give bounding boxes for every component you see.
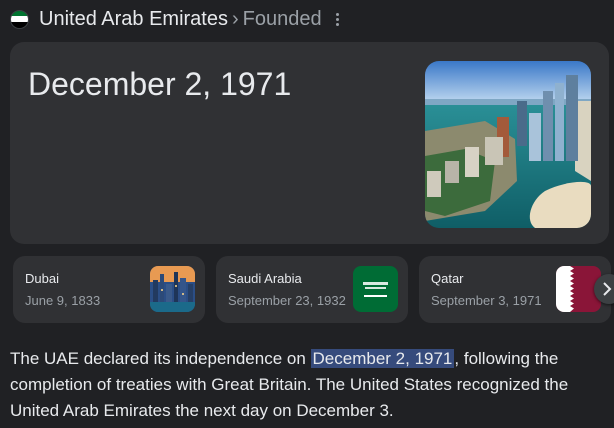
uae-flag-icon bbox=[10, 9, 29, 29]
related-card-name: Qatar bbox=[431, 271, 464, 286]
attribute-label: Founded bbox=[242, 7, 322, 30]
entity-link[interactable]: United Arab Emirates bbox=[39, 8, 228, 31]
more-vert-icon[interactable] bbox=[332, 11, 343, 28]
related-card-name: Dubai bbox=[25, 271, 59, 286]
related-card-date: June 9, 1833 bbox=[25, 293, 101, 308]
breadcrumb: United Arab Emirates › Founded bbox=[10, 6, 343, 32]
related-card-name: Saudi Arabia bbox=[228, 271, 302, 286]
answer-card: December 2, 1971 bbox=[10, 42, 609, 244]
saudi-arabia-flag bbox=[353, 266, 398, 312]
description-text: The UAE declared its independence on bbox=[10, 349, 311, 368]
related-card-date: September 23, 1932 bbox=[228, 293, 346, 308]
highlighted-date: December 2, 1971 bbox=[310, 349, 455, 368]
answer-date: December 2, 1971 bbox=[28, 66, 292, 102]
related-card-saudi-arabia[interactable]: Saudi Arabia September 23, 1932 bbox=[216, 256, 408, 323]
chevron-right-icon bbox=[603, 282, 612, 296]
abu-dhabi-skyline-photo[interactable] bbox=[425, 61, 591, 228]
related-card-dubai[interactable]: Dubai June 9, 1833 bbox=[13, 256, 205, 323]
dubai-skyline-photo bbox=[150, 266, 195, 312]
related-card-qatar[interactable]: Qatar September 3, 1971 bbox=[419, 256, 611, 323]
related-card-date: September 3, 1971 bbox=[431, 293, 542, 308]
skyline-illustration bbox=[425, 61, 591, 228]
answer-description: The UAE declared its independence on Dec… bbox=[10, 346, 610, 424]
breadcrumb-separator: › bbox=[231, 7, 239, 30]
